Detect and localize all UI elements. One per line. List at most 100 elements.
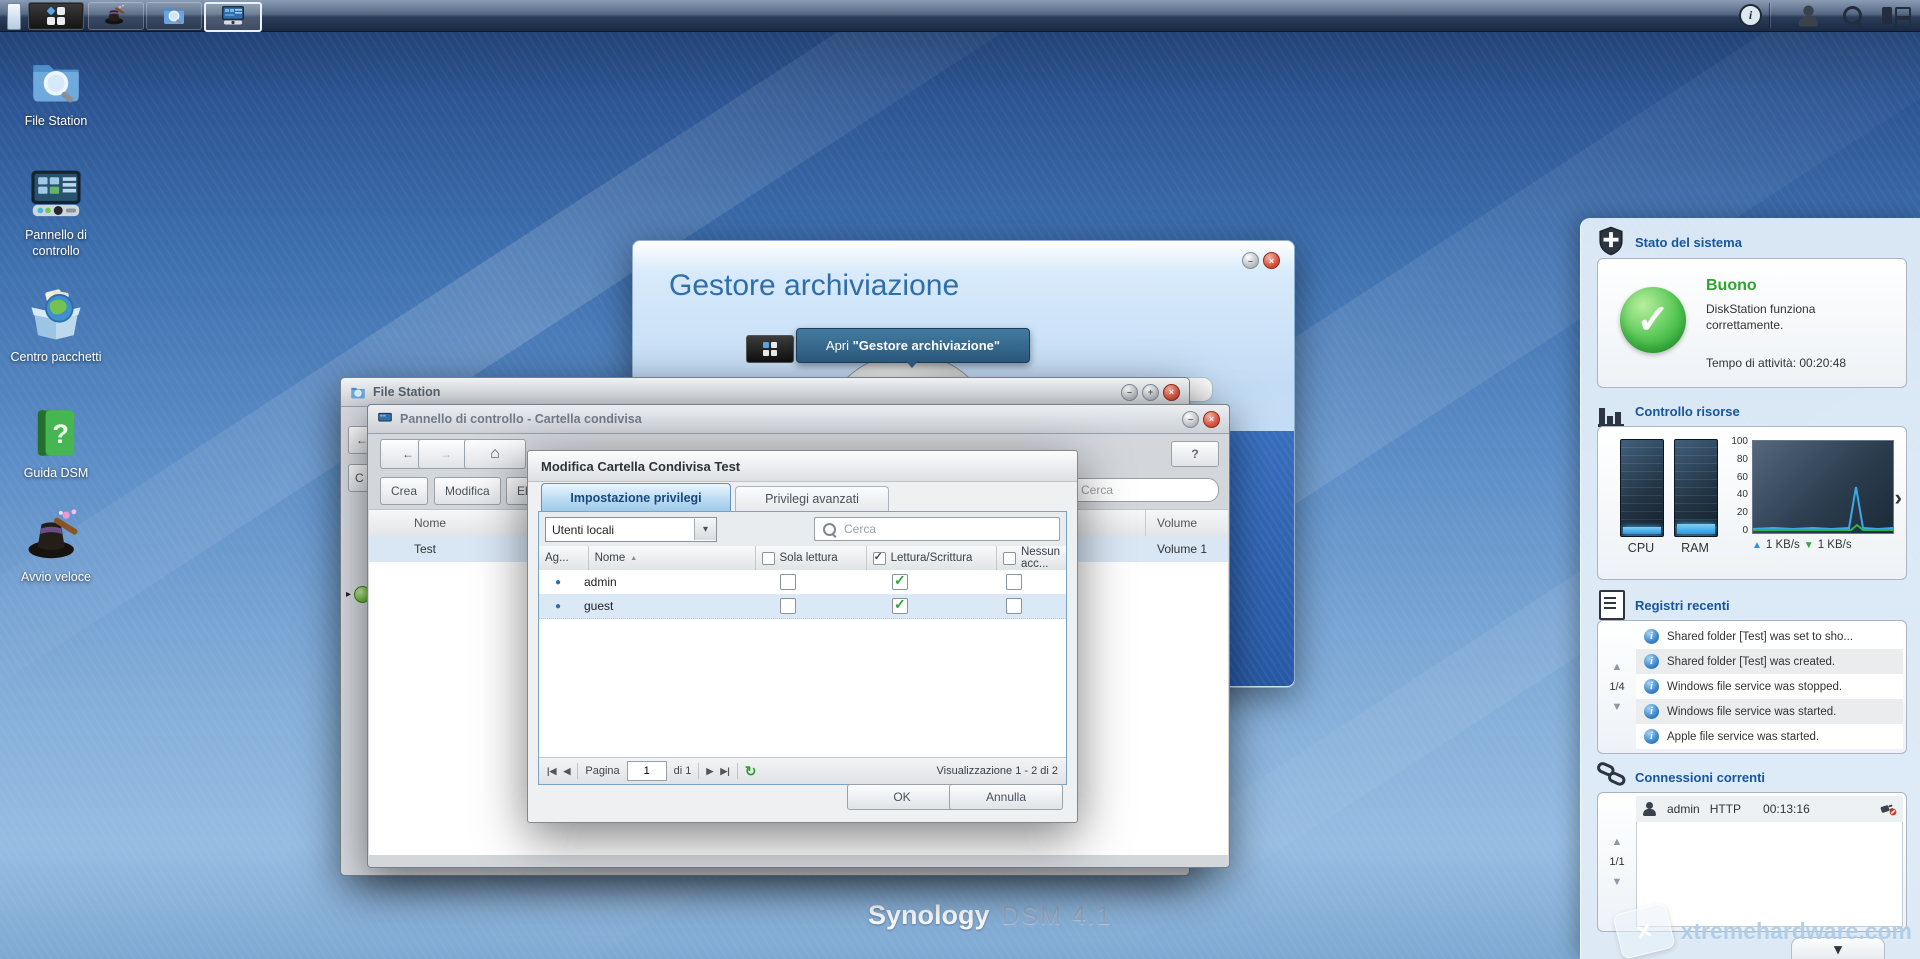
guest-no-access-checkbox[interactable] xyxy=(1006,598,1022,614)
logs-page-up[interactable]: ▲ xyxy=(1612,661,1623,673)
page-prev-button[interactable]: ◀ xyxy=(563,766,570,777)
resource-detail-chevron[interactable]: › xyxy=(1895,485,1902,511)
page-number-input[interactable] xyxy=(627,761,667,781)
dialog-search-box[interactable] xyxy=(814,517,1060,541)
tab-privilege-setup[interactable]: Impostazione privilegi xyxy=(541,483,731,511)
desktop-icon-dsm-help[interactable]: ? Guida DSM xyxy=(8,408,104,482)
cancel-button[interactable]: Annulla xyxy=(949,784,1063,810)
col-read-write-label: Lettura/Scrittura xyxy=(891,552,973,564)
desktop-icon-quick-start[interactable]: Avvio veloce xyxy=(8,508,104,586)
show-desktop-button[interactable] xyxy=(7,3,21,30)
info-icon: i xyxy=(1644,679,1659,694)
col-no-access[interactable]: Nessun acc... xyxy=(996,546,1066,570)
cp-col-name: Nome xyxy=(414,516,446,530)
health-ok-icon: ✓ xyxy=(1620,287,1686,353)
panel-collapse-tab[interactable]: ▾ xyxy=(1791,937,1885,959)
disconnect-icon[interactable] xyxy=(1879,802,1897,816)
dialog-titlebar[interactable]: Modifica Cartella Condivisa Test xyxy=(528,451,1077,482)
cp-home-button[interactable]: ⌂ xyxy=(464,439,526,469)
info-icon: i xyxy=(1644,629,1659,644)
connections-page-down[interactable]: ▼ xyxy=(1612,876,1623,888)
cp-search-input[interactable] xyxy=(1079,482,1210,498)
desktop-icon-label: Guida DSM xyxy=(8,466,104,482)
resource-monitor-card: CPU RAM 10080 6040 200 ▲ 1 KB/s ▼ 1 KB/s… xyxy=(1597,426,1907,580)
col-read-write[interactable]: Lettura/Scrittura xyxy=(866,546,996,570)
minimize-button[interactable]: – xyxy=(1182,411,1199,428)
guest-read-only-checkbox[interactable] xyxy=(780,598,796,614)
storage-window-buttons: – × xyxy=(1242,252,1280,269)
connections-icon xyxy=(1597,762,1627,791)
desktop-icon-package-center[interactable]: Centro pacchetti xyxy=(8,288,104,366)
chevron-down-icon: ▾ xyxy=(1834,940,1842,958)
admin-no-access-checkbox[interactable] xyxy=(1006,574,1022,590)
desktop-icon-control-panel[interactable]: Pannello di controllo xyxy=(8,168,104,259)
taskbar-search-button[interactable] xyxy=(1843,0,1862,31)
info-icon: i xyxy=(1644,654,1659,669)
read-write-header-checkbox[interactable] xyxy=(873,552,886,565)
log-entry: iShared folder [Test] was created. xyxy=(1636,649,1903,674)
tab-advanced-privileges[interactable]: Privilegi avanzati xyxy=(735,486,889,511)
user-icon xyxy=(1797,5,1820,26)
main-menu-button[interactable] xyxy=(28,2,84,30)
cp-modify-button[interactable]: Modifica xyxy=(434,477,501,505)
cp-help-button[interactable]: ? xyxy=(1171,441,1219,467)
admin-read-only-checkbox[interactable] xyxy=(780,574,796,590)
user-row-admin[interactable]: ● admin xyxy=(539,570,1066,595)
package-center-icon xyxy=(27,288,85,345)
no-access-header-checkbox[interactable] xyxy=(1003,552,1016,565)
dialog-title: Modifica Cartella Condivisa Test xyxy=(541,459,740,474)
col-read-only[interactable]: Sola lettura xyxy=(755,546,866,570)
user-row-guest[interactable]: ● guest xyxy=(539,594,1066,619)
pilot-view-button[interactable] xyxy=(1882,0,1908,31)
admin-read-write-checkbox[interactable] xyxy=(892,574,908,590)
col-add[interactable]: Ag... xyxy=(539,546,588,570)
file-station-icon xyxy=(162,4,186,29)
minimize-button[interactable]: – xyxy=(1242,252,1259,269)
close-button[interactable]: × xyxy=(1163,384,1180,401)
minimize-button[interactable]: – xyxy=(1121,384,1138,401)
connections-empty-area xyxy=(1636,822,1903,927)
info-icon[interactable]: i xyxy=(1739,4,1762,27)
recent-logs-icon xyxy=(1599,590,1625,620)
resource-monitor-title: Controllo risorse xyxy=(1635,404,1740,419)
storage-manager-taskbar-button[interactable] xyxy=(204,2,262,32)
upload-arrow-icon: ▲ xyxy=(1752,540,1762,551)
shield-icon xyxy=(1597,226,1625,259)
control-panel-titlebar[interactable]: Pannello di controllo - Cartella condivi… xyxy=(368,405,1229,434)
cp-create-button[interactable]: Crea xyxy=(380,477,428,505)
open-button-prefix: Apri xyxy=(826,338,853,353)
open-storage-manager-button[interactable]: Apri "Gestore archiviazione" xyxy=(796,328,1030,363)
tree-expand-icon: ▸ xyxy=(346,589,351,600)
connection-row[interactable]: admin HTTP 00:13:16 xyxy=(1636,796,1903,822)
search-icon xyxy=(823,523,836,536)
dialog-search-input[interactable] xyxy=(842,521,1051,537)
desktop-icon-file-station[interactable]: File Station xyxy=(8,56,104,130)
close-button[interactable]: × xyxy=(1263,252,1280,269)
logs-page-down[interactable]: ▼ xyxy=(1612,701,1623,713)
page-first-button[interactable]: |◀ xyxy=(547,766,556,777)
file-station-taskbar-button[interactable] xyxy=(146,2,202,30)
health-description: DiskStation funziona correttamente. xyxy=(1706,301,1881,333)
user-type-select[interactable]: Utenti locali ▾ xyxy=(545,517,717,542)
quick-launch-taskbar-button[interactable] xyxy=(88,2,144,30)
cpu-label: CPU xyxy=(1620,541,1662,555)
desktop-icon-label: File Station xyxy=(8,114,104,130)
sort-asc-icon: ▲ xyxy=(630,555,637,562)
col-no-access-label: Nessun acc... xyxy=(1021,546,1060,570)
close-button[interactable]: × xyxy=(1203,411,1220,428)
ok-button[interactable]: OK xyxy=(847,784,957,810)
page-next-button[interactable]: ▶ xyxy=(706,766,713,777)
refresh-icon[interactable]: ↻ xyxy=(745,763,757,780)
guest-read-write-checkbox[interactable] xyxy=(892,598,908,614)
user-menu-button[interactable] xyxy=(1801,0,1816,31)
maximize-button[interactable]: + xyxy=(1142,384,1159,401)
read-only-header-checkbox[interactable] xyxy=(762,552,775,565)
user-name: admin xyxy=(577,575,737,589)
page-last-button[interactable]: ▶| xyxy=(720,766,729,777)
log-entry: iWindows file service was started. xyxy=(1636,699,1903,724)
col-name[interactable]: Nome ▲ xyxy=(588,546,755,570)
connections-page-up[interactable]: ▲ xyxy=(1612,836,1623,848)
tooltip-arrow xyxy=(905,360,919,368)
control-panel-icon xyxy=(377,412,393,426)
file-station-titlebar[interactable]: File Station – + × xyxy=(341,378,1189,407)
